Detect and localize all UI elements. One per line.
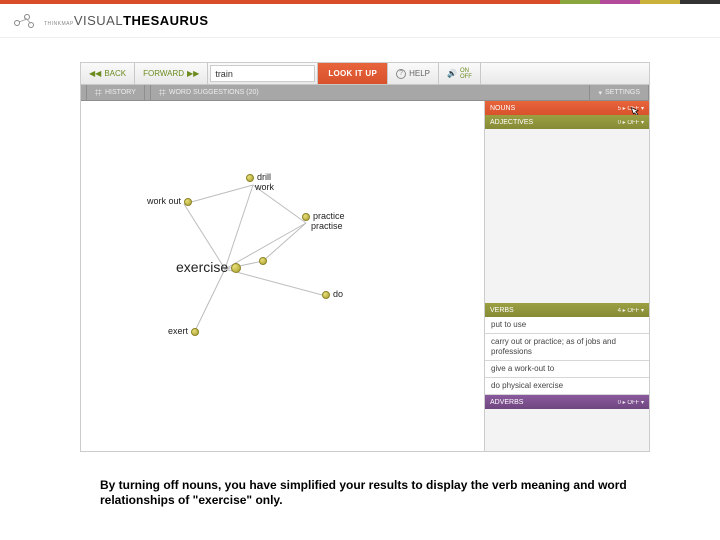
- help-label: HELP: [409, 69, 430, 78]
- node-inner[interactable]: [256, 255, 270, 265]
- forward-arrow-icon: ▶▶: [187, 69, 199, 78]
- search-field-wrap: [208, 63, 318, 84]
- forward-button[interactable]: FORWARD▶▶: [135, 63, 208, 84]
- app-body: work out drillwork practicepractise exer…: [81, 101, 649, 451]
- chevron-down-icon: ▾: [598, 89, 602, 97]
- node-dot-icon: [184, 198, 192, 206]
- panel-title: VERBS: [490, 307, 514, 314]
- brand-glyph-icon: [14, 14, 36, 28]
- definition-item[interactable]: give a work-out to: [485, 361, 649, 378]
- panel-meta: 4 ▸ OFF ▾: [618, 307, 644, 314]
- node-dot-icon: [322, 291, 330, 299]
- node-dot-icon: [191, 328, 199, 336]
- back-label: BACK: [104, 69, 126, 78]
- grip-icon: [95, 89, 102, 96]
- definition-item[interactable]: do physical exercise: [485, 378, 649, 395]
- node-dot-icon: [231, 263, 241, 273]
- node-do[interactable]: do: [319, 289, 343, 299]
- node-label: practice: [313, 211, 345, 221]
- tab-suggestions[interactable]: WORD SUGGESTIONS (20): [151, 85, 591, 100]
- panel-title: ADJECTIVES: [490, 119, 533, 126]
- panel-header-nouns[interactable]: NOUNS 5 ▸ OFF ▾: [485, 101, 649, 115]
- tab-settings[interactable]: ▾SETTINGS: [590, 85, 649, 100]
- brand-supertitle: THINKMAP: [44, 21, 74, 27]
- node-label: drill: [257, 172, 271, 182]
- panel-header-adjectives[interactable]: ADJECTIVES 0 ▸ OFF ▾: [485, 115, 649, 129]
- node-dot-icon: [259, 257, 267, 265]
- node-label: exercise: [176, 259, 228, 275]
- panel-body-adverbs: [485, 409, 649, 451]
- top-accent-stripe: [0, 0, 720, 4]
- help-icon: ?: [396, 69, 406, 79]
- node-practice[interactable]: practicepractise: [299, 211, 345, 231]
- definition-item[interactable]: put to use: [485, 317, 649, 334]
- node-exert[interactable]: exert: [168, 326, 202, 336]
- help-button[interactable]: ?HELP: [388, 63, 439, 84]
- tab-history[interactable]: HISTORY: [87, 85, 145, 100]
- panel-meta: 0 ▸ OFF ▾: [618, 119, 644, 126]
- panel-meta: 5 ▸ OFF ▾: [618, 105, 644, 112]
- main-toolbar: ◀◀BACK FORWARD▶▶ LOOK IT UP ?HELP 🔊ONOFF: [81, 63, 649, 85]
- graph-canvas[interactable]: work out drillwork practicepractise exer…: [81, 101, 484, 451]
- panel-header-verbs[interactable]: VERBS 4 ▸ OFF ▾: [485, 303, 649, 317]
- node-label: work: [255, 182, 274, 192]
- node-label: practise: [311, 221, 343, 231]
- lookup-button[interactable]: LOOK IT UP: [318, 63, 388, 84]
- toolbar-spacer: [481, 63, 649, 84]
- node-drill-work[interactable]: drillwork: [243, 172, 274, 192]
- node-dot-icon: [246, 174, 254, 182]
- sound-toggle[interactable]: 🔊ONOFF: [439, 63, 481, 84]
- node-dot-icon: [302, 213, 310, 221]
- brand-word-thesaurus: THESAURUS: [123, 13, 208, 28]
- brand-bar: THINKMAP VISUALTHESAURUS: [0, 4, 720, 38]
- app-window: ◀◀BACK FORWARD▶▶ LOOK IT UP ?HELP 🔊ONOFF…: [80, 62, 650, 452]
- panel-body-spacer: [485, 129, 649, 303]
- panel-meta: 0 ▸ OFF ▾: [618, 399, 644, 406]
- node-label: work out: [147, 196, 181, 206]
- panel-header-adverbs[interactable]: ADVERBS 0 ▸ OFF ▾: [485, 395, 649, 409]
- panel-title: ADVERBS: [490, 399, 523, 406]
- search-input[interactable]: [210, 65, 315, 82]
- panel-title: NOUNS: [490, 105, 515, 112]
- tab-history-label: HISTORY: [105, 89, 136, 96]
- node-label: exert: [168, 326, 188, 336]
- back-arrow-icon: ◀◀: [89, 69, 101, 78]
- speaker-icon: 🔊: [447, 69, 457, 78]
- definition-item[interactable]: carry out or practice; as of jobs and pr…: [485, 334, 649, 361]
- definitions-list: put to use carry out or practice; as of …: [485, 317, 649, 395]
- tab-suggestions-label: WORD SUGGESTIONS (20): [169, 89, 259, 96]
- side-panels: NOUNS 5 ▸ OFF ▾ ADJECTIVES 0 ▸ OFF ▾ VER…: [484, 101, 649, 451]
- brand-word-visual: VISUAL: [74, 13, 123, 28]
- tab-settings-label: SETTINGS: [605, 89, 640, 96]
- node-workout[interactable]: work out: [147, 196, 195, 206]
- caption-text: By turning off nouns, you have simplifie…: [100, 478, 640, 508]
- node-label: do: [333, 289, 343, 299]
- graph-edges: [81, 101, 484, 451]
- brand-wordmark: VISUALTHESAURUS: [74, 13, 209, 28]
- forward-label: FORWARD: [143, 69, 184, 78]
- grip-icon: [159, 89, 166, 96]
- back-button[interactable]: ◀◀BACK: [81, 63, 135, 84]
- toggle-labels: ONOFF: [460, 68, 472, 80]
- node-center-exercise[interactable]: exercise: [176, 259, 244, 275]
- secondary-tabbar: HISTORY WORD SUGGESTIONS (20) ▾SETTINGS: [81, 85, 649, 101]
